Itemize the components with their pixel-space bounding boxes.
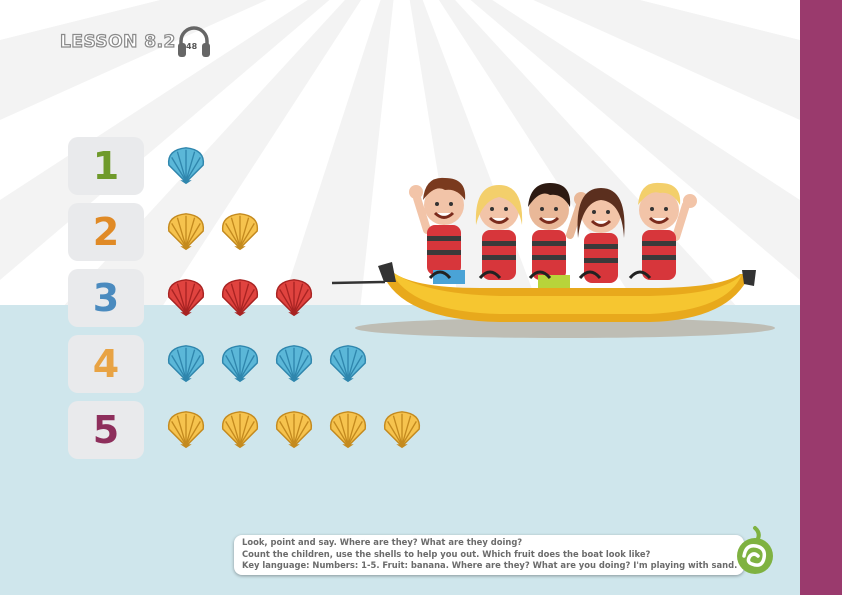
scallop-shell-icon xyxy=(221,279,259,317)
scallop-shell-icon xyxy=(275,279,313,317)
instruction-line-3: Key language: Numbers: 1-5. Fruit: banan… xyxy=(242,560,738,571)
scallop-shell-icon xyxy=(221,411,259,449)
children-group xyxy=(409,177,697,289)
scallop-shell-icon xyxy=(167,345,205,383)
number-box-4: 4 xyxy=(68,335,144,393)
scallop-shell-icon xyxy=(167,279,205,317)
number-box-5: 5 xyxy=(68,401,144,459)
scallop-shell-icon xyxy=(167,147,205,185)
number-box-3: 3 xyxy=(68,269,144,327)
scallop-shell-icon xyxy=(275,411,313,449)
instruction-box: Look, point and say. Where are they? Wha… xyxy=(234,535,744,575)
scallop-shell-icon xyxy=(221,345,259,383)
number-box-1: 1 xyxy=(68,137,144,195)
scallop-shell-icon xyxy=(383,411,421,449)
leaf-swirl-logo-icon xyxy=(737,526,773,574)
scallop-shell-icon xyxy=(329,411,367,449)
shell-row-5 xyxy=(165,408,423,452)
page-side-tab xyxy=(800,0,842,595)
scallop-shell-icon xyxy=(275,345,313,383)
banana-boat-icon xyxy=(331,177,775,338)
lesson-label: LESSON 8.2 xyxy=(59,31,176,52)
scallop-shell-icon xyxy=(167,213,205,251)
scallop-shell-icon xyxy=(221,213,259,251)
shell-row-3 xyxy=(165,276,315,320)
audio-track-number: 48 xyxy=(186,42,198,51)
scallop-shell-icon xyxy=(167,411,205,449)
shell-row-1 xyxy=(165,144,207,188)
number-box-2: 2 xyxy=(68,203,144,261)
instruction-line-2: Count the children, use the shells to he… xyxy=(242,548,651,559)
instruction-line-1: Look, point and say. Where are they? Wha… xyxy=(242,537,523,547)
shell-row-2 xyxy=(165,210,261,254)
page: LESSON 8.2 48 1 2 3 4 5 Look, point and … xyxy=(0,0,842,595)
